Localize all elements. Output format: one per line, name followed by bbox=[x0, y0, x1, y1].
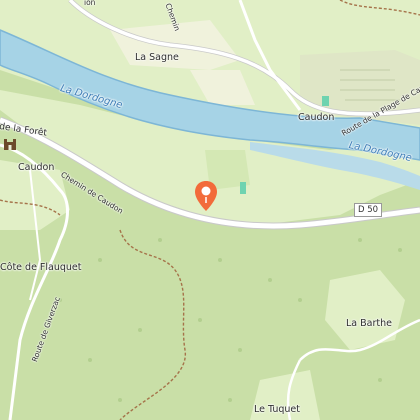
road-shield-d50: D 50 bbox=[354, 203, 383, 217]
label-le-tuquet: Le Tuquet bbox=[254, 404, 300, 415]
label-fragment-top-left: ion bbox=[84, 0, 96, 7]
map-view[interactable]: ion Chemin La Sagne La Dordogne La Dordo… bbox=[0, 0, 420, 420]
pool-campsite bbox=[322, 96, 329, 106]
label-la-sagne: La Sagne bbox=[135, 52, 179, 63]
label-cote-de-flauquet: Côte de Flauquet bbox=[0, 262, 82, 273]
label-caudon-west: Caudon bbox=[18, 162, 55, 173]
pool bbox=[240, 182, 246, 194]
label-la-barthe: La Barthe bbox=[346, 318, 392, 329]
label-caudon-east: Caudon bbox=[298, 112, 335, 123]
